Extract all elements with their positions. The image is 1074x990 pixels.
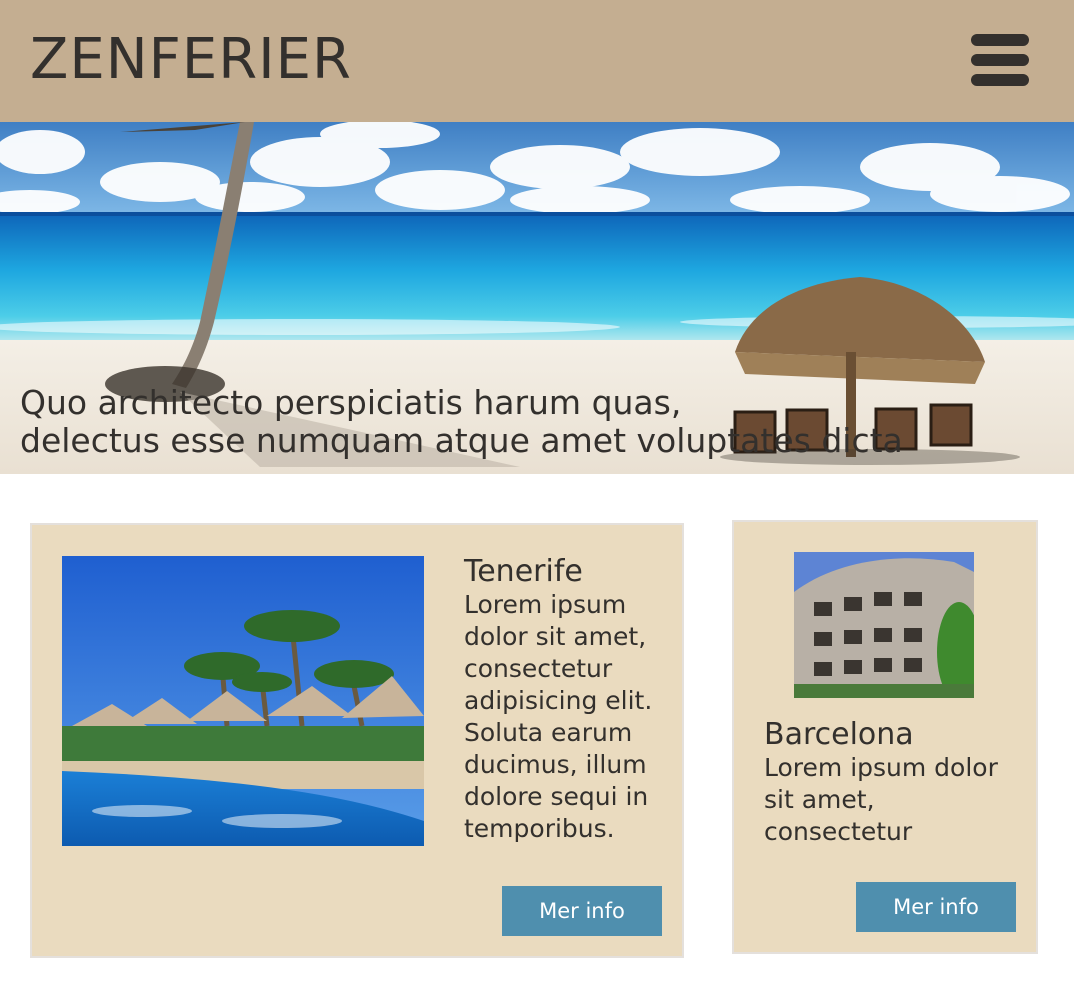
menu-bar — [971, 34, 1029, 46]
card-description: Lorem ipsum dolor sit amet, consectetur — [764, 753, 998, 846]
more-info-button[interactable]: Mer info — [502, 886, 662, 936]
hero-tagline-line1: Quo architecto perspiciatis harum quas, — [20, 383, 682, 422]
card-description: Lorem ipsum dolor sit amet, consectetur … — [464, 590, 653, 843]
destination-card-barcelona: Barcelona Lorem ipsum dolor sit amet, co… — [732, 520, 1038, 954]
barcelona-building-image — [794, 552, 974, 698]
hero-banner: Quo architecto perspiciatis harum quas, … — [0, 122, 1074, 474]
card-title: Tenerife — [464, 554, 583, 589]
menu-bar — [971, 74, 1029, 86]
destination-card-tenerife: Tenerife Lorem ipsum dolor sit amet, con… — [30, 523, 684, 958]
site-logo[interactable]: ZENFERIER — [30, 24, 352, 96]
site-header: ZENFERIER — [0, 0, 1074, 122]
hero-tagline-line2: delectus esse numquam atque amet volupta… — [20, 421, 903, 460]
hamburger-menu-icon[interactable] — [966, 30, 1032, 94]
tenerife-resort-image — [62, 556, 424, 846]
menu-bar — [971, 54, 1029, 66]
more-info-button[interactable]: Mer info — [856, 882, 1016, 932]
card-title: Barcelona — [764, 717, 914, 752]
hero-tagline: Quo architecto perspiciatis harum quas, … — [20, 384, 920, 460]
